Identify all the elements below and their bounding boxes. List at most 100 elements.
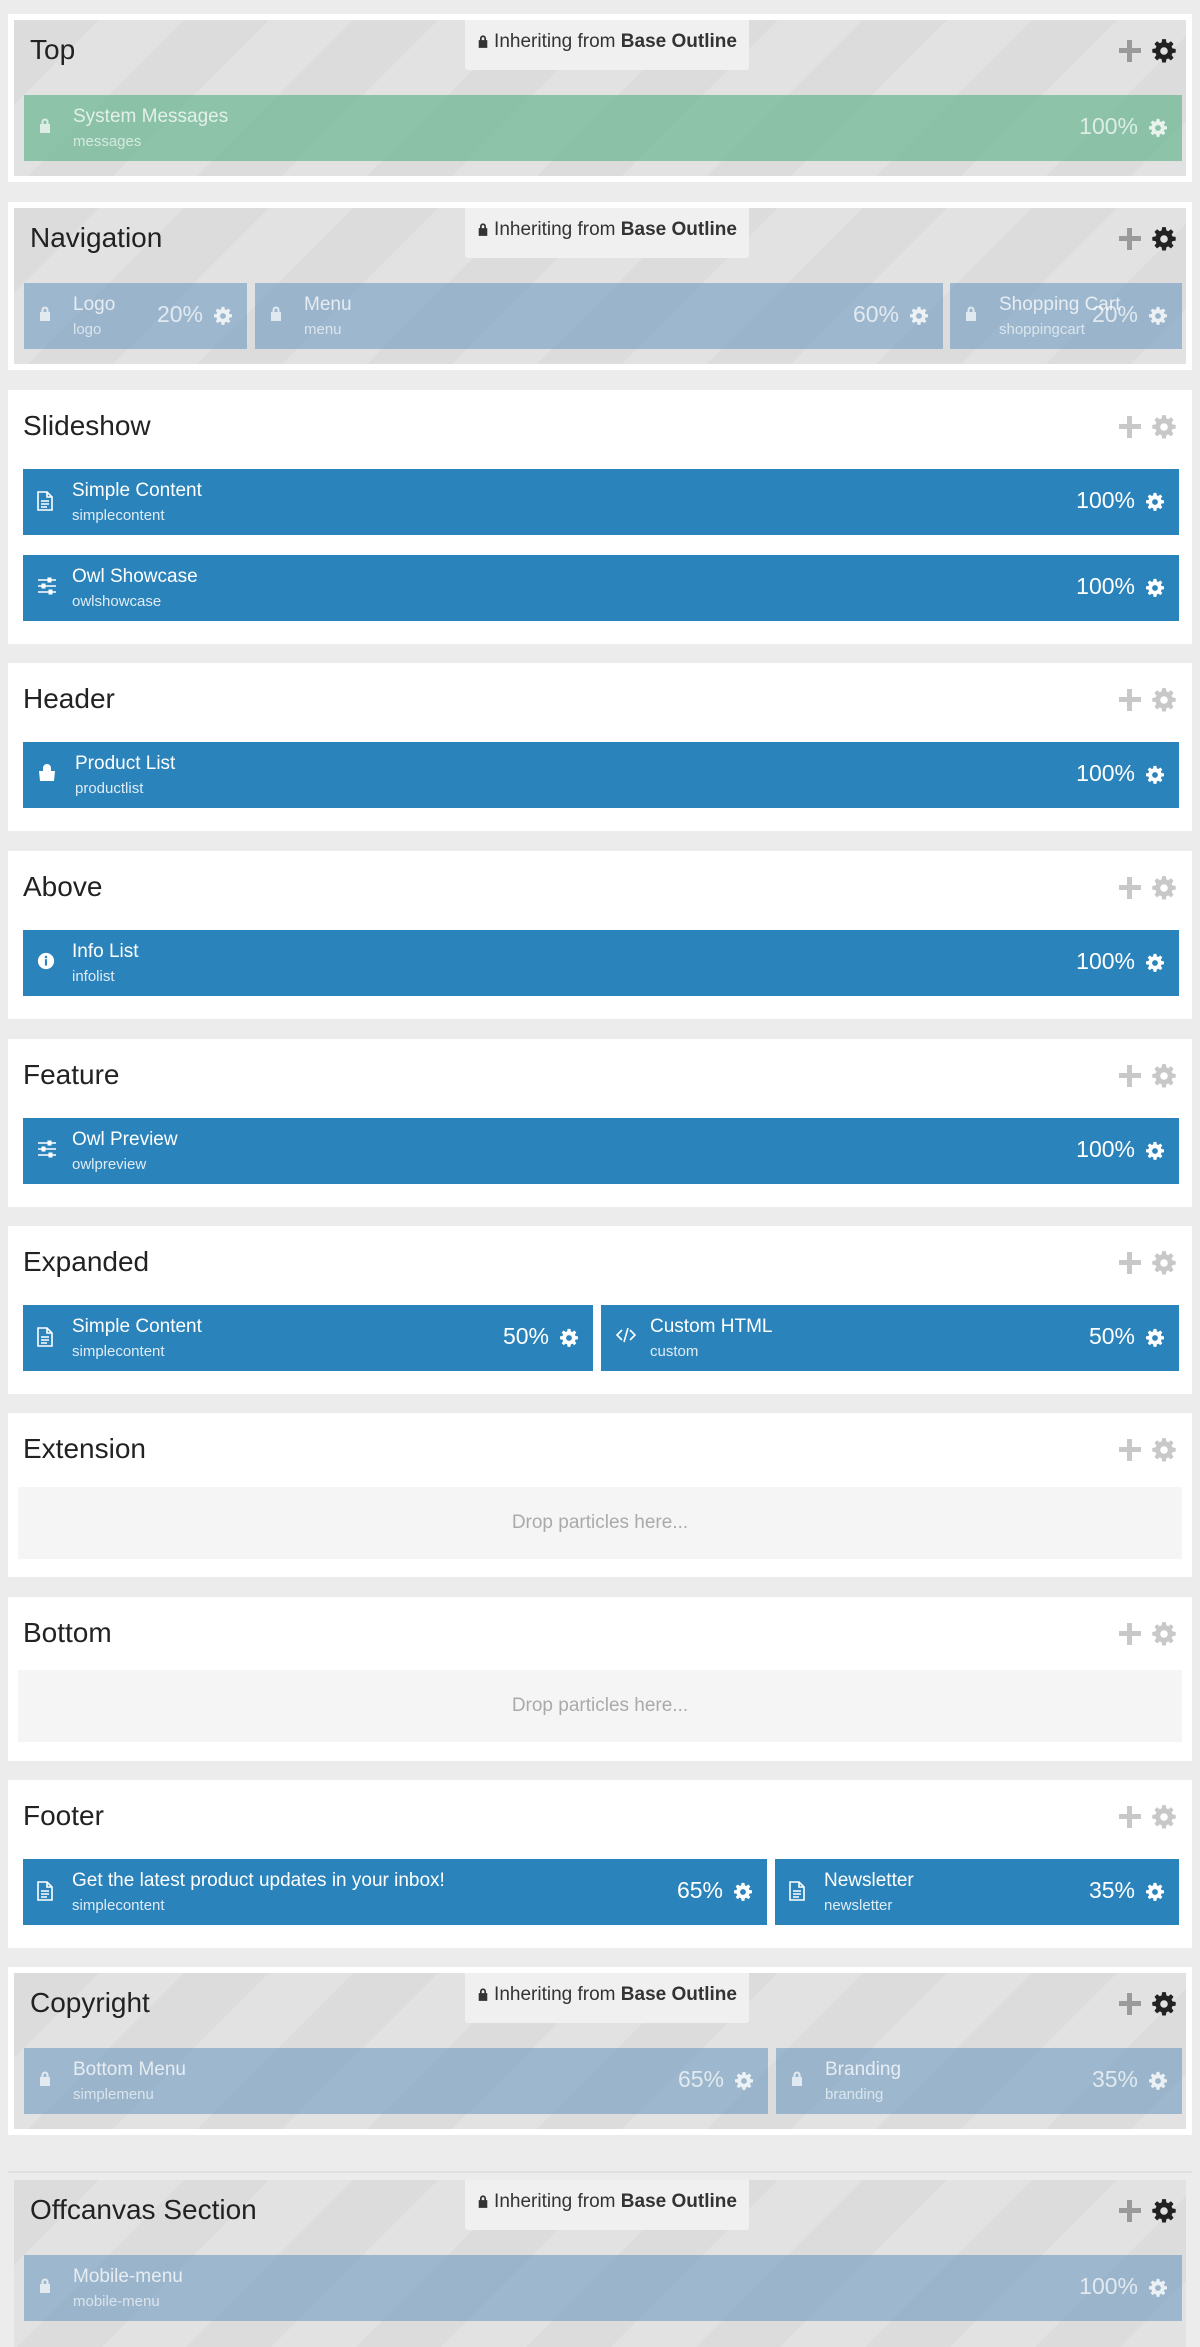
document-icon xyxy=(37,1881,57,1903)
gear-icon[interactable] xyxy=(1151,414,1177,440)
drop-zone[interactable]: Drop particles here... xyxy=(18,1487,1182,1559)
add-icon[interactable] xyxy=(1117,875,1143,901)
section-copyright: Inheriting from Base Outline Copyright B… xyxy=(8,1967,1192,2135)
add-icon[interactable] xyxy=(1117,2198,1143,2224)
gear-icon[interactable] xyxy=(1145,1882,1165,1902)
section-slideshow: Slideshow Simple Content simplecontent 1… xyxy=(8,390,1192,644)
particle-custom-html[interactable]: Custom HTML custom 50% xyxy=(601,1305,1179,1371)
lock-icon xyxy=(964,305,984,327)
document-icon xyxy=(789,1881,809,1903)
inherit-badge[interactable]: Inheriting from Base Outline xyxy=(465,208,749,258)
add-icon[interactable] xyxy=(1117,226,1143,252)
gear-icon[interactable] xyxy=(1145,1328,1165,1348)
gear-icon[interactable] xyxy=(1148,306,1168,326)
particle-menu[interactable]: Menu menu 60% xyxy=(255,283,943,349)
add-icon[interactable] xyxy=(1117,1063,1143,1089)
lock-icon xyxy=(38,2070,58,2092)
particle-logo[interactable]: Logo logo 20% xyxy=(24,283,247,349)
particle-product-updates[interactable]: Get the latest product updates in your i… xyxy=(23,1859,767,1925)
section-title: Slideshow xyxy=(23,410,151,441)
particle-info-list[interactable]: Info List infolist 100% xyxy=(23,930,1179,996)
particle-owl-preview[interactable]: Owl Preview owlpreview 100% xyxy=(23,1118,1179,1184)
gear-icon[interactable] xyxy=(1151,226,1177,252)
gear-icon[interactable] xyxy=(559,1328,579,1348)
section-top: Inheriting from Base Outline Top System … xyxy=(8,14,1192,182)
gear-icon[interactable] xyxy=(1151,875,1177,901)
gear-icon[interactable] xyxy=(1148,2278,1168,2298)
gear-icon[interactable] xyxy=(1145,578,1165,598)
add-icon[interactable] xyxy=(1117,1991,1143,2017)
sliders-icon xyxy=(37,1140,57,1162)
gear-icon[interactable] xyxy=(1151,1437,1177,1463)
info-icon xyxy=(37,952,57,974)
add-icon[interactable] xyxy=(1117,1250,1143,1276)
section-title: Offcanvas Section xyxy=(30,2194,257,2225)
particle-branding[interactable]: Branding branding 35% xyxy=(776,2048,1182,2114)
gear-icon[interactable] xyxy=(1151,1063,1177,1089)
gear-icon[interactable] xyxy=(733,1882,753,1902)
particle-simple-content[interactable]: Simple Content simplecontent 100% xyxy=(23,469,1179,535)
shopping-bag-icon xyxy=(37,764,57,786)
gear-icon[interactable] xyxy=(734,2071,754,2091)
gear-icon[interactable] xyxy=(1151,38,1177,64)
add-icon[interactable] xyxy=(1117,687,1143,713)
section-title: Footer xyxy=(23,1800,104,1831)
gear-icon[interactable] xyxy=(1145,765,1165,785)
gear-icon[interactable] xyxy=(1151,1804,1177,1830)
gear-icon[interactable] xyxy=(1151,687,1177,713)
lock-icon xyxy=(38,2277,58,2299)
section-title: Bottom xyxy=(23,1617,112,1648)
divider xyxy=(8,2171,1192,2173)
gear-icon[interactable] xyxy=(1145,953,1165,973)
lock-icon xyxy=(477,1974,489,1988)
gear-icon[interactable] xyxy=(1148,118,1168,138)
particle-owl-showcase[interactable]: Owl Showcase owlshowcase 100% xyxy=(23,555,1179,621)
section-title: Expanded xyxy=(23,1246,150,1277)
particle-product-list[interactable]: Product List productlist 100% xyxy=(23,742,1179,808)
particle-simple-content[interactable]: Simple Content simplecontent 50% xyxy=(23,1305,593,1371)
drop-zone[interactable]: Drop particles here... xyxy=(18,1670,1182,1742)
particle-mobile-menu[interactable]: Mobile-menu mobile-menu 100% xyxy=(24,2255,1182,2321)
section-expanded: Expanded Simple Content simplecontent 50… xyxy=(8,1226,1192,1394)
section-navigation: Inheriting from Base Outline Navigation … xyxy=(8,202,1192,370)
gear-icon[interactable] xyxy=(1145,1141,1165,1161)
particle-shopping-cart[interactable]: Shopping Cart shoppingcart 20% xyxy=(950,283,1182,349)
gear-icon[interactable] xyxy=(213,306,233,326)
gear-icon[interactable] xyxy=(1151,2198,1177,2224)
gear-icon[interactable] xyxy=(1151,1250,1177,1276)
particle-bottom-menu[interactable]: Bottom Menu simplemenu 65% xyxy=(24,2048,768,2114)
add-icon[interactable] xyxy=(1117,38,1143,64)
add-icon[interactable] xyxy=(1117,414,1143,440)
add-icon[interactable] xyxy=(1117,1437,1143,1463)
document-icon xyxy=(37,491,57,513)
section-feature: Feature Owl Preview owlpreview 100% xyxy=(8,1039,1192,1207)
particle-newsletter[interactable]: Newsletter newsletter 35% xyxy=(775,1859,1179,1925)
code-icon xyxy=(615,1327,635,1349)
section-extension: Extension Drop particles here... xyxy=(8,1413,1192,1577)
section-title: Extension xyxy=(23,1433,146,1464)
gear-icon[interactable] xyxy=(1148,2071,1168,2091)
inherit-badge[interactable]: Inheriting from Base Outline xyxy=(465,2180,749,2230)
section-header: Header Product List productlist 100% xyxy=(8,663,1192,831)
section-title: Copyright xyxy=(30,1987,150,2018)
gear-icon[interactable] xyxy=(1151,1621,1177,1647)
section-above: Above Info List infolist 100% xyxy=(8,851,1192,1019)
lock-icon xyxy=(38,305,58,327)
section-title: Navigation xyxy=(30,222,163,253)
inherit-badge[interactable]: Inheriting from Base Outline xyxy=(465,1973,749,2023)
section-bottom: Bottom Drop particles here... xyxy=(8,1597,1192,1761)
particle-system-messages[interactable]: System Messages messages 100% xyxy=(24,95,1182,161)
lock-icon xyxy=(477,21,489,35)
section-footer: Footer Get the latest product updates in… xyxy=(8,1780,1192,1948)
lock-icon xyxy=(38,117,58,139)
section-title: Header xyxy=(23,683,115,714)
section-title: Above xyxy=(23,871,103,902)
sliders-icon xyxy=(37,577,57,599)
gear-icon[interactable] xyxy=(909,306,929,326)
section-title: Feature xyxy=(23,1059,120,1090)
inherit-badge[interactable]: Inheriting from Base Outline xyxy=(465,20,749,70)
gear-icon[interactable] xyxy=(1145,492,1165,512)
add-icon[interactable] xyxy=(1117,1621,1143,1647)
add-icon[interactable] xyxy=(1117,1804,1143,1830)
gear-icon[interactable] xyxy=(1151,1991,1177,2017)
